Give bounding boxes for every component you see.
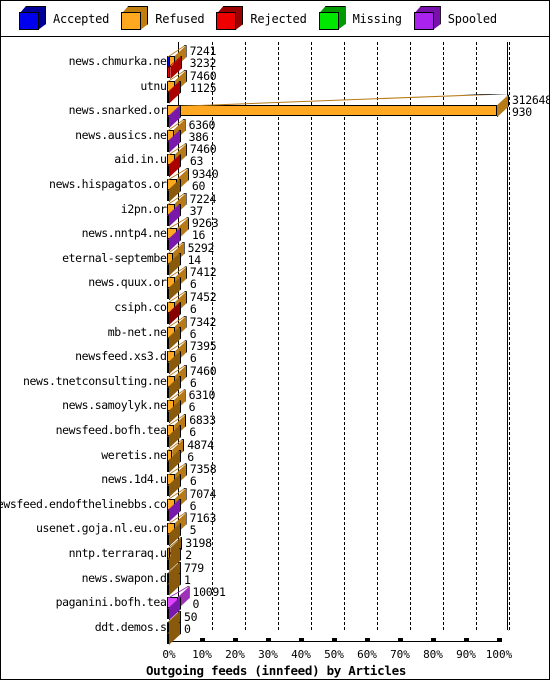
bar-row: news.swapon.de 779 1 xyxy=(1,561,549,596)
cube-icon xyxy=(216,6,244,30)
category-label: newsfeed.endofthelinebbs.com xyxy=(0,496,173,511)
legend-item-rejected: Rejected xyxy=(216,6,307,30)
bar-row: news.samoylyk.net 6310 6 xyxy=(1,388,549,424)
bar-row: usenet.goja.nl.eu.org 7163 5 xyxy=(1,511,549,547)
bar-row: newsfeed.xs3.de 7395 6 xyxy=(1,339,549,375)
category-label: nntp.terraraq.uk xyxy=(68,546,174,560)
bar-row: news.nntp4.net 9263 16 xyxy=(1,216,549,252)
bar-row: utnut 7460 1125 xyxy=(1,69,549,104)
legend-label: Accepted xyxy=(53,11,110,26)
bar-row: newsfeed.endofthelinebbs.com 7074 6 xyxy=(0,487,549,522)
category-label: ddt.demos.su xyxy=(94,619,174,634)
bar-row: i2pn.org 7224 37 xyxy=(1,192,549,227)
bar-value-bottom: 1 xyxy=(184,572,191,587)
category-label: usenet.goja.nl.eu.org xyxy=(36,521,173,536)
bar-row: news.quux.org 7412 6 xyxy=(1,265,549,301)
category-label: newsfeed.xs3.de xyxy=(75,349,173,364)
category-label: i2pn.org xyxy=(120,201,174,216)
legend-label: Refused xyxy=(155,11,205,26)
category-label: news.ausics.net xyxy=(75,127,173,142)
chart-container: Accepted Refused Rejected Missing Spooled 0%… xyxy=(0,0,550,680)
bar-row: news.chmurka.net 7241 3232 xyxy=(1,44,549,79)
bar-row: ddt.demos.su 50 0 xyxy=(1,610,549,645)
bar-top xyxy=(167,537,183,560)
legend-label: Spooled xyxy=(447,11,497,26)
x-tick xyxy=(365,638,370,642)
category-label: paganini.bofh.team xyxy=(55,595,174,610)
x-tick xyxy=(464,638,469,642)
bar-segment xyxy=(167,632,169,644)
cube-icon xyxy=(19,6,46,30)
category-label: news.chmurka.net xyxy=(68,54,174,68)
bar-top xyxy=(167,610,181,634)
chart-legend: Accepted Refused Rejected Missing Spooled xyxy=(1,1,549,37)
cube-icon xyxy=(413,6,441,30)
bar-segment xyxy=(167,621,169,633)
x-tick xyxy=(431,638,436,642)
bar-row: nntp.terraraq.uk 3198 2 xyxy=(1,536,549,571)
bar-row: paganini.bofh.team 10091 0 xyxy=(1,585,549,621)
category-label: utnut xyxy=(140,78,173,93)
cube-icon xyxy=(121,6,149,30)
legend-item-spooled: Spooled xyxy=(413,6,497,30)
bar-row: news.tnetconsulting.net 7460 6 xyxy=(1,364,549,399)
bar-segment xyxy=(167,572,169,584)
bar-row: aid.in.ua 7460 63 xyxy=(1,142,549,178)
category-label: eternal-september xyxy=(62,250,173,265)
legend-item-accepted: Accepted xyxy=(19,6,110,30)
legend-item-refused: Refused xyxy=(121,6,205,30)
x-tick xyxy=(332,638,337,642)
legend-label: Rejected xyxy=(250,11,307,26)
category-label: news.snarked.org xyxy=(68,103,174,118)
bar-value-bottom: 1125 xyxy=(189,80,217,95)
bar-row: csiph.com 7452 6 xyxy=(1,290,549,325)
category-label: csiph.com xyxy=(114,300,173,314)
x-axis-label: Outgoing feeds (innfeed) by Articles xyxy=(145,663,407,678)
category-label: news.quux.org xyxy=(88,275,173,290)
x-tick-label: 100% xyxy=(485,648,513,661)
category-label: aid.in.ua xyxy=(114,152,173,167)
bar-row: news.snarked.org 312648 930 xyxy=(1,93,549,129)
bar-row: weretis.net 4874 6 xyxy=(1,438,549,473)
x-tick xyxy=(266,638,271,642)
bar-row: news.1d4.us 7358 6 xyxy=(1,462,549,498)
bar-row: eternal-september 5292 14 xyxy=(1,241,549,276)
legend-label: Missing xyxy=(352,11,402,26)
category-label: news.samoylyk.net xyxy=(62,398,173,413)
bar-segment xyxy=(167,105,497,117)
bar-row: news.ausics.net 6360 386 xyxy=(1,118,549,153)
legend-item-missing: Missing xyxy=(318,6,402,30)
category-label: news.swapon.de xyxy=(81,570,174,585)
cube-icon xyxy=(318,6,346,30)
category-label: weretis.net xyxy=(101,447,173,462)
x-tick xyxy=(233,638,238,642)
category-label: news.hispagatos.org xyxy=(49,177,173,191)
bar-top xyxy=(167,94,509,118)
bar-bottom xyxy=(167,621,181,645)
x-tick xyxy=(497,638,502,642)
x-tick xyxy=(299,638,304,642)
bar-value-bottom: 930 xyxy=(512,105,532,120)
bar-row: newsfeed.bofh.team 6833 6 xyxy=(1,413,549,448)
bar-segment xyxy=(167,548,171,559)
plot-area: 0% 10% 20% 30% 40% 50% 60% 70% 80% 90% 100% news.c… xyxy=(0,37,549,679)
x-tick xyxy=(200,638,205,642)
bar-right-face xyxy=(497,94,509,118)
bar-value-bottom: 0 xyxy=(184,621,191,636)
category-label: mb-net.net xyxy=(107,324,174,339)
category-label: newsfeed.bofh.team xyxy=(55,423,174,437)
bar-top xyxy=(167,561,181,585)
bar-row: news.hispagatos.org 9340 60 xyxy=(1,167,549,202)
category-label: news.nntp4.net xyxy=(81,226,174,241)
bar-row: mb-net.net 7342 6 xyxy=(1,315,549,350)
category-label: news.tnetconsulting.net xyxy=(22,373,173,388)
category-label: news.1d4.us xyxy=(101,472,173,487)
x-tick xyxy=(398,638,403,642)
